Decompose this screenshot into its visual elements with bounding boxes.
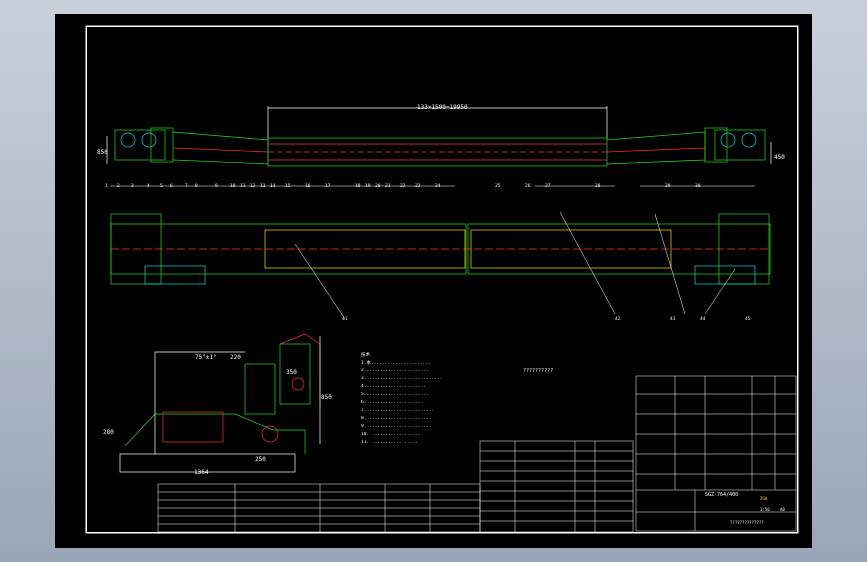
balloon-number: 1 xyxy=(105,184,108,189)
balloon-number: 26 xyxy=(525,184,531,189)
balloon-number: 14 xyxy=(270,184,276,189)
balloon-number: 42 xyxy=(615,317,621,322)
plan-view xyxy=(110,211,771,320)
title-block-sheet: A0 xyxy=(780,507,785,512)
note-line: 7. ........................ xyxy=(361,408,435,413)
right-side-dimension-text: 450 xyxy=(774,154,785,161)
section-350-dimension: 350 xyxy=(286,369,297,376)
section-angle-dimension: 75°±1° xyxy=(195,354,217,361)
balloon-number: 23 xyxy=(415,184,421,189)
note-line: 1.本...................... xyxy=(361,361,431,366)
top-dimension-text: 133×1500=19950 xyxy=(417,104,468,111)
title-block-code: ZGW xyxy=(760,496,768,501)
balloon-number: 15 xyxy=(285,184,291,189)
note-line: 4....................... xyxy=(361,384,427,389)
section-850-dimension: 850 xyxy=(321,394,332,401)
cad-viewport[interactable]: 133×1500=19950 850 450 1364 75°±1° 220 2… xyxy=(55,14,812,548)
balloon-number: 16 xyxy=(305,184,311,189)
title-block-scale: 1:50 xyxy=(760,507,770,512)
balloon-number: 20 xyxy=(375,184,381,189)
section-view xyxy=(119,333,321,473)
balloon-number: 22 xyxy=(400,184,406,189)
left-side-dimension-text: 850 xyxy=(97,149,108,156)
balloon-number: 27 xyxy=(545,184,551,189)
note-line: 3. ........................... xyxy=(361,376,443,381)
note-line: 6. .................... xyxy=(361,400,424,405)
balloon-number: 25 xyxy=(495,184,501,189)
note-line: 10. .................. xyxy=(361,432,421,437)
technical-notes: 技术 1.本...................... 2...........… xyxy=(361,352,511,448)
balloon-number: 3 xyxy=(131,184,134,189)
balloon-number: 43 xyxy=(670,317,676,322)
balloon-number: 17 xyxy=(325,184,331,189)
note-line: 9. ....................... xyxy=(361,424,432,429)
balloon-number: 30 xyxy=(695,184,701,189)
balloon-number: 4 xyxy=(147,184,150,189)
balloon-number: 11 xyxy=(240,184,246,189)
section-height-dimension: 280 xyxy=(103,429,114,436)
balloon-number: 10 xyxy=(230,184,236,189)
balloon-number: 12 xyxy=(250,184,256,189)
balloon-number: 44 xyxy=(700,317,706,322)
right-drive-head xyxy=(704,127,728,163)
note-line: 2........................ xyxy=(361,368,429,373)
balloon-number: 24 xyxy=(435,184,441,189)
parts-list-label: ?????????????? xyxy=(730,520,764,525)
cad-drawing-canvas xyxy=(85,25,799,534)
balloon-number: 13 xyxy=(260,184,266,189)
balloon-number: 29 xyxy=(665,184,671,189)
balloon-number: 8 xyxy=(195,184,198,189)
balloon-number: 7 xyxy=(185,184,188,189)
elevation-view xyxy=(106,106,772,187)
balloon-number: 28 xyxy=(595,184,601,189)
left-drive-head xyxy=(114,129,166,161)
title-block-name: SGZ-764/400 xyxy=(705,492,739,498)
sheet-frame xyxy=(85,25,799,534)
balloon-number: 19 xyxy=(365,184,371,189)
balloon-number: 18 xyxy=(355,184,361,189)
note-line: 5........................ xyxy=(361,392,429,397)
balloon-number: 9 xyxy=(215,184,218,189)
balloon-number: 21 xyxy=(385,184,391,189)
balloon-number: 45 xyxy=(745,317,751,322)
section-250-dimension: 250 xyxy=(255,456,266,463)
note-line: 11. ........... ..... xyxy=(361,440,418,445)
balloon-number: 6 xyxy=(170,184,173,189)
notes-callout: ?????????? xyxy=(523,368,554,374)
balloon-number: 41 xyxy=(342,317,348,322)
section-220-dimension: 220 xyxy=(230,354,241,361)
section-width-dimension: 1364 xyxy=(194,469,209,476)
notes-list: 1.本...................... 2..............… xyxy=(361,360,511,448)
balloon-number: 2 xyxy=(117,184,120,189)
balloon-number: 5 xyxy=(160,184,163,189)
notes-title: 技术 xyxy=(361,353,370,358)
note-line: 8. ....................... xyxy=(361,416,432,421)
